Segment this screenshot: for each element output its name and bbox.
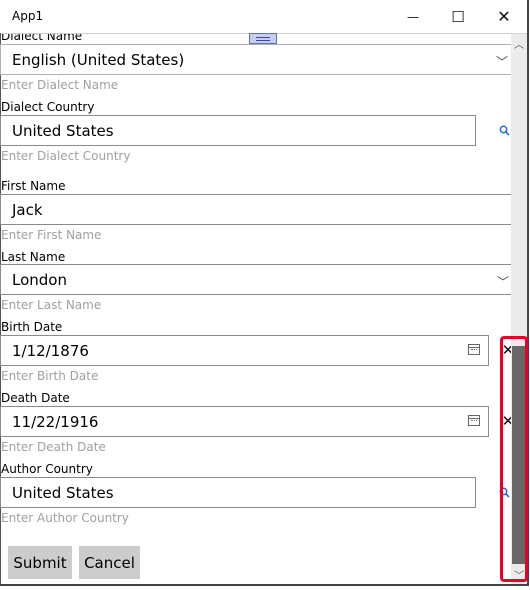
window-title: App1 [12, 9, 44, 23]
first-name-label: First Name [1, 179, 66, 193]
birth-date-picker[interactable]: 1/12/1876 [0, 335, 489, 366]
birth-date-label: Birth Date [1, 320, 63, 334]
title-bar: App1 — ☐ ✕ [0, 0, 528, 34]
author-country-input[interactable]: United States [0, 477, 476, 508]
submit-button[interactable]: Submit [8, 546, 72, 579]
birth-date-hint: Enter Birth Date [1, 369, 99, 383]
dialect-name-value: English (United States) [12, 51, 185, 69]
first-name-value: Jack [12, 201, 43, 219]
highlight-annotation [500, 336, 528, 582]
first-name-hint: Enter First Name [1, 228, 102, 242]
minimize-button[interactable]: — [390, 0, 436, 33]
first-name-input[interactable]: Jack [0, 194, 511, 225]
dialect-name-hint: Enter Dialect Name [1, 78, 119, 92]
death-date-hint: Enter Death Date [1, 440, 106, 454]
chevron-down-icon: ﹀ [495, 55, 508, 69]
resize-grip[interactable] [249, 33, 277, 44]
window-border-bottom [0, 584, 529, 586]
minimize-icon: — [407, 9, 419, 24]
last-name-label: Last Name [1, 250, 66, 264]
search-icon [499, 125, 510, 136]
dialect-country-label: Dialect Country [1, 100, 95, 114]
author-country-label: Author Country [1, 462, 93, 476]
death-date-value: 11/22/1916 [12, 413, 99, 431]
cancel-button[interactable]: Cancel [79, 546, 140, 579]
last-name-combobox[interactable]: London ﹀ [0, 264, 511, 295]
death-date-picker[interactable]: 11/22/1916 [0, 406, 489, 437]
dialect-country-search-button[interactable] [494, 120, 511, 140]
close-icon: ✕ [497, 7, 511, 26]
author-country-value: United States [12, 484, 114, 502]
maximize-icon: ☐ [451, 7, 465, 26]
calendar-icon[interactable] [468, 344, 480, 355]
chevron-up-icon: ︿ [514, 39, 524, 51]
birth-date-value: 1/12/1876 [12, 342, 89, 360]
form-panel: Dialect Name English (United States) ﹀ E… [0, 34, 511, 584]
calendar-icon[interactable] [468, 415, 480, 426]
last-name-hint: Enter Last Name [1, 298, 102, 312]
last-name-value: London [12, 271, 67, 289]
maximize-button[interactable]: ☐ [435, 0, 481, 33]
dialect-name-combobox[interactable]: English (United States) ﹀ [0, 44, 511, 75]
death-date-label: Death Date [1, 391, 70, 405]
dialect-name-label: Dialect Name [1, 34, 83, 43]
chevron-down-icon: ﹀ [496, 275, 509, 289]
dialect-country-value: United States [12, 122, 114, 140]
dialect-country-input[interactable]: United States [0, 115, 476, 146]
scroll-up-button[interactable]: ︿ [511, 36, 527, 51]
author-country-hint: Enter Author Country [1, 511, 129, 525]
close-window-button[interactable]: ✕ [481, 0, 527, 33]
dialect-country-hint: Enter Dialect Country [1, 149, 131, 163]
